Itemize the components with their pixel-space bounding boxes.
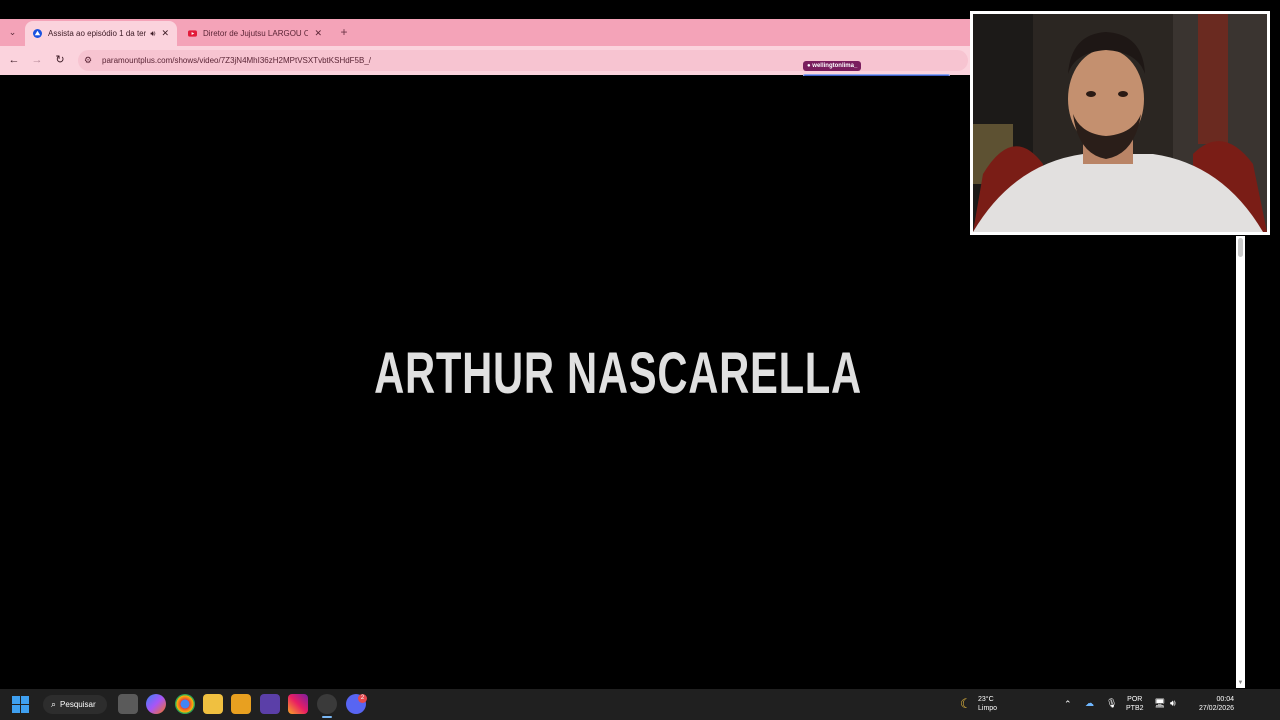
sublime-text-icon[interactable] xyxy=(231,694,251,714)
tray-overflow-icon[interactable]: ⌃ xyxy=(1064,700,1072,709)
language-indicator[interactable]: POR PTB2 xyxy=(1126,695,1144,713)
instagram-icon[interactable] xyxy=(288,694,308,714)
close-tab-icon[interactable]: ✕ xyxy=(161,28,169,39)
weather-widget[interactable]: 23°C Limpo xyxy=(978,695,997,713)
windows-start-icon[interactable] xyxy=(12,696,29,713)
speaker-icon[interactable]: 🔊︎ xyxy=(150,29,155,39)
search-icon: ⌕ xyxy=(51,699,57,709)
forward-button[interactable]: → xyxy=(28,52,46,69)
tab-title: Diretor de Jujutsu LARGOU O A xyxy=(203,29,309,38)
webcam-overlay xyxy=(970,11,1270,235)
close-tab-icon[interactable]: ✕ xyxy=(314,28,322,39)
new-tab-button[interactable]: + xyxy=(337,24,351,40)
streamer-webcam-image xyxy=(973,14,1267,232)
copilot-icon[interactable] xyxy=(146,694,166,714)
site-info-icon[interactable]: ⚙︎ xyxy=(84,55,98,66)
tab-title: Assista ao episódio 1 da ter xyxy=(48,29,147,38)
discord-notification-badge: 2 xyxy=(358,694,367,703)
tab-paramount[interactable]: Assista ao episódio 1 da ter 🔊︎ ✕ xyxy=(25,21,177,46)
video-credit-text: ARTHUR NASCARELLA xyxy=(374,341,862,406)
network-icon[interactable]: 🖥︎ xyxy=(1154,699,1165,708)
obs-icon[interactable] xyxy=(317,694,337,714)
paramount-icon xyxy=(33,29,42,38)
onedrive-icon[interactable]: ☁ xyxy=(1085,699,1094,708)
page-scrollbar[interactable] xyxy=(1236,236,1245,688)
url-text: paramountplus.com/shows/video/7Z3jN4MhI3… xyxy=(102,56,372,65)
weather-temp: 23°C xyxy=(978,696,994,703)
language-code: POR xyxy=(1127,696,1143,703)
moon-weather-icon: ☾ xyxy=(960,696,972,711)
scrollbar-thumb[interactable] xyxy=(1238,238,1243,257)
clock-date: 27/02/2026 xyxy=(1198,705,1234,712)
tab-youtube[interactable]: Diretor de Jujutsu LARGOU O A ✕ xyxy=(180,21,330,46)
file-explorer-icon[interactable] xyxy=(203,694,223,714)
youtube-icon xyxy=(188,30,197,37)
clock[interactable]: 00:04 27/02/2026 xyxy=(1190,695,1234,713)
search-label: Pesquisar xyxy=(60,700,96,709)
reload-button[interactable]: ↻ xyxy=(51,52,69,69)
back-button[interactable]: ← xyxy=(5,52,23,69)
weather-condition: Limpo xyxy=(978,705,998,712)
microphone-icon[interactable]: 🎙︎ xyxy=(1106,699,1117,708)
volume-icon[interactable]: 🔊︎ xyxy=(1170,699,1176,708)
task-view-icon[interactable] xyxy=(118,694,138,714)
premiere-icon[interactable] xyxy=(260,694,280,714)
chat-username-badge: ● wellingtonlima_ xyxy=(803,61,862,71)
taskbar-search[interactable]: ⌕ Pesquisar xyxy=(43,695,107,714)
clock-time: 00:04 xyxy=(1216,696,1234,703)
keyboard-layout: PTB2 xyxy=(1126,705,1144,712)
chat-username: wellingtonlima_ xyxy=(812,63,858,69)
chrome-icon[interactable] xyxy=(175,694,195,714)
tab-search-button[interactable]: ⌄ xyxy=(4,24,21,41)
active-app-indicator xyxy=(322,716,332,718)
scroll-down-arrow-icon[interactable]: ▼ xyxy=(1236,679,1245,688)
